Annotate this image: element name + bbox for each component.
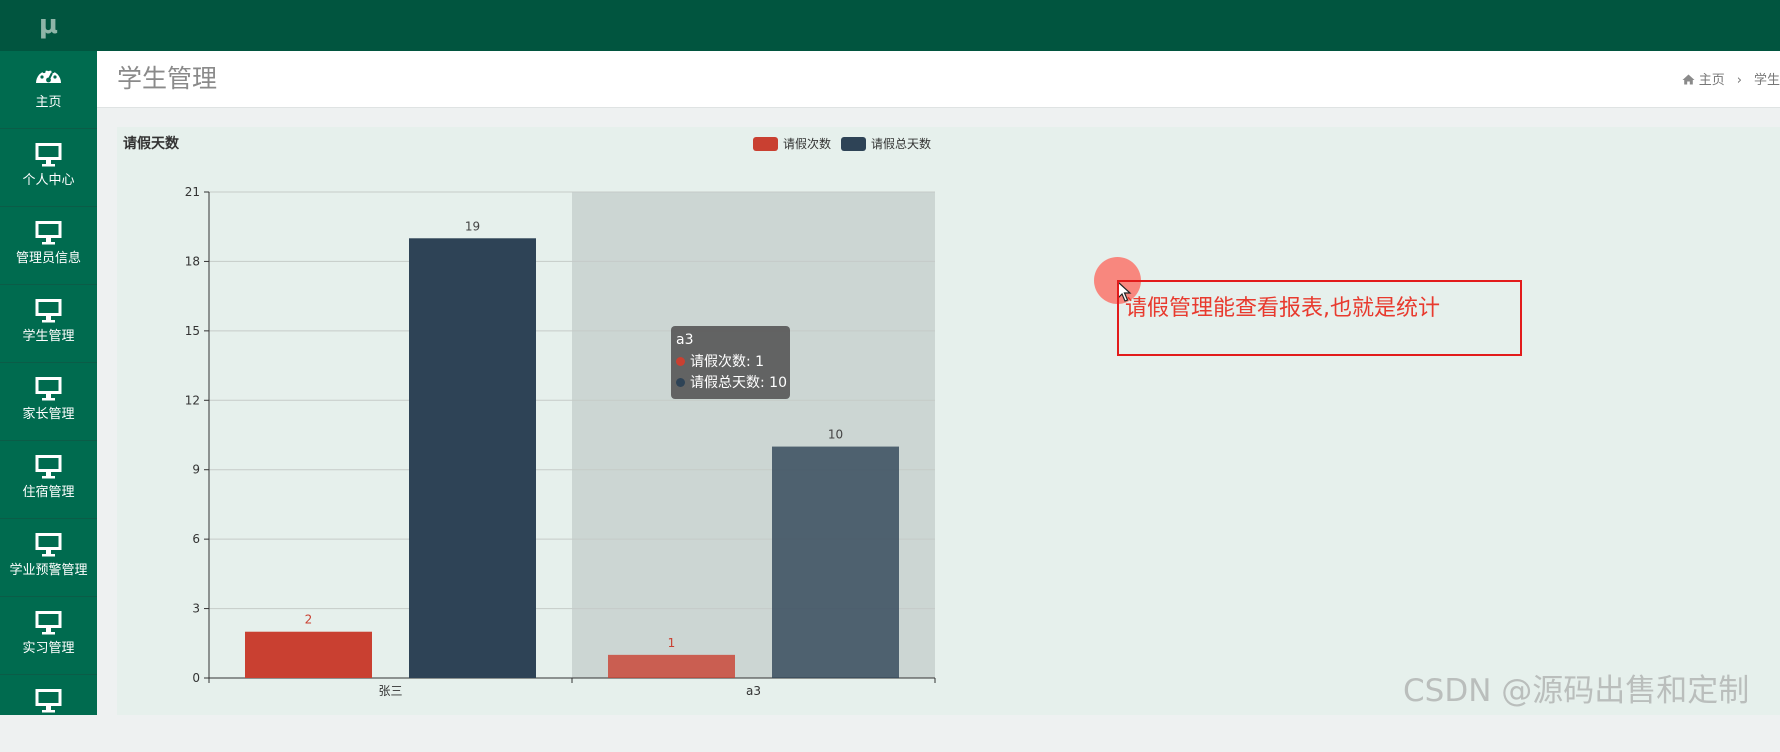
dashboard-icon: [36, 67, 61, 83]
sidebar: μ 主页 个人中心 管理员信息 学生管理 家长管理 住宿管理 学业预警管理 实习…: [0, 0, 97, 715]
x-tick-label: 张三: [378, 684, 402, 698]
data-label: 1: [668, 636, 676, 650]
legend-label[interactable]: 请假总天数: [871, 136, 931, 151]
monitor-icon: [35, 143, 62, 167]
data-label: 19: [465, 219, 480, 233]
y-tick-label: 15: [185, 324, 200, 338]
y-tick-label: 18: [185, 254, 200, 268]
monitor-icon: [35, 299, 62, 323]
sidebar-item-profile[interactable]: 个人中心: [0, 129, 97, 207]
breadcrumb: 主页 › 学生: [1682, 69, 1780, 88]
y-tick-label: 12: [185, 393, 200, 407]
y-tick-label: 6: [192, 532, 200, 546]
breadcrumb-separator: ›: [1736, 73, 1742, 88]
sidebar-item-admin-info[interactable]: 管理员信息: [0, 207, 97, 285]
monitor-icon: [35, 221, 62, 245]
monitor-icon: [35, 533, 62, 557]
sidebar-item-home[interactable]: 主页: [0, 51, 97, 129]
sidebar-item-label: 住宿管理: [22, 485, 75, 500]
sidebar-item-students[interactable]: 学生管理: [0, 285, 97, 363]
sidebar-item-label: 管理员信息: [15, 251, 81, 266]
watermark: CSDN @源码出售和定制: [1403, 673, 1750, 709]
legend-swatch[interactable]: [753, 137, 778, 151]
bar[interactable]: [772, 446, 899, 678]
legend-swatch[interactable]: [841, 137, 866, 151]
page-title: 学生管理: [117, 64, 218, 93]
title-bar: 学生管理 主页 › 学生: [97, 51, 1780, 108]
sidebar-item-internship[interactable]: 实习管理: [0, 597, 97, 675]
monitor-icon: [35, 377, 62, 401]
breadcrumb-home-link[interactable]: 主页: [1699, 73, 1725, 88]
bar[interactable]: [245, 631, 372, 678]
annotation-text: 请假管理能查看报表,也就是统计: [1125, 296, 1440, 321]
y-tick-label: 3: [192, 602, 200, 616]
leave-days-bar-chart[interactable]: 036912151821张三 a3211910请假次数 请假总天数: [117, 127, 1780, 715]
series-color-dot: [676, 357, 685, 366]
y-tick-label: 21: [185, 185, 200, 199]
legend-label[interactable]: 请假次数: [783, 136, 831, 151]
monitor-icon: [35, 611, 62, 635]
app-logo: μ: [0, 0, 97, 51]
tooltip-title: a3: [676, 332, 694, 348]
monitor-icon: [35, 689, 62, 713]
sidebar-item-more[interactable]: [0, 675, 97, 752]
tooltip-row: 请假次数: 1: [676, 353, 764, 371]
sidebar-item-label: 主页: [35, 95, 62, 110]
x-tick-label: a3: [746, 684, 761, 698]
monitor-icon: [35, 455, 62, 479]
sidebar-item-dormitory[interactable]: 住宿管理: [0, 441, 97, 519]
breadcrumb-current: 学生: [1753, 73, 1780, 88]
sidebar-item-label: 个人中心: [22, 173, 75, 188]
top-bar: [97, 0, 1780, 51]
sidebar-item-academic-warning[interactable]: 学业预警管理: [0, 519, 97, 597]
data-label: 10: [828, 428, 843, 442]
tooltip-row: 请假总天数: 10: [676, 374, 787, 392]
sidebar-item-label: 实习管理: [22, 641, 75, 656]
tooltip-row-label: 请假总天数: 10: [690, 375, 787, 391]
y-tick-label: 9: [192, 463, 200, 477]
data-label: 2: [305, 613, 313, 627]
annotation-box: 请假管理能查看报表,也就是统计: [1117, 280, 1522, 356]
sidebar-item-parents[interactable]: 家长管理: [0, 363, 97, 441]
y-tick-label: 0: [192, 671, 200, 685]
tooltip-row-label: 请假次数: 1: [690, 354, 765, 370]
sidebar-item-label: 学生管理: [22, 329, 75, 344]
bar[interactable]: [409, 238, 536, 678]
bar[interactable]: [608, 654, 735, 678]
sidebar-item-label: 家长管理: [22, 407, 75, 422]
series-color-dot: [676, 378, 685, 387]
sidebar-item-label: 学业预警管理: [9, 563, 88, 578]
chart-tooltip: a3 请假次数: 1 请假总天数: 10: [671, 326, 790, 399]
home-icon: [1682, 74, 1695, 85]
